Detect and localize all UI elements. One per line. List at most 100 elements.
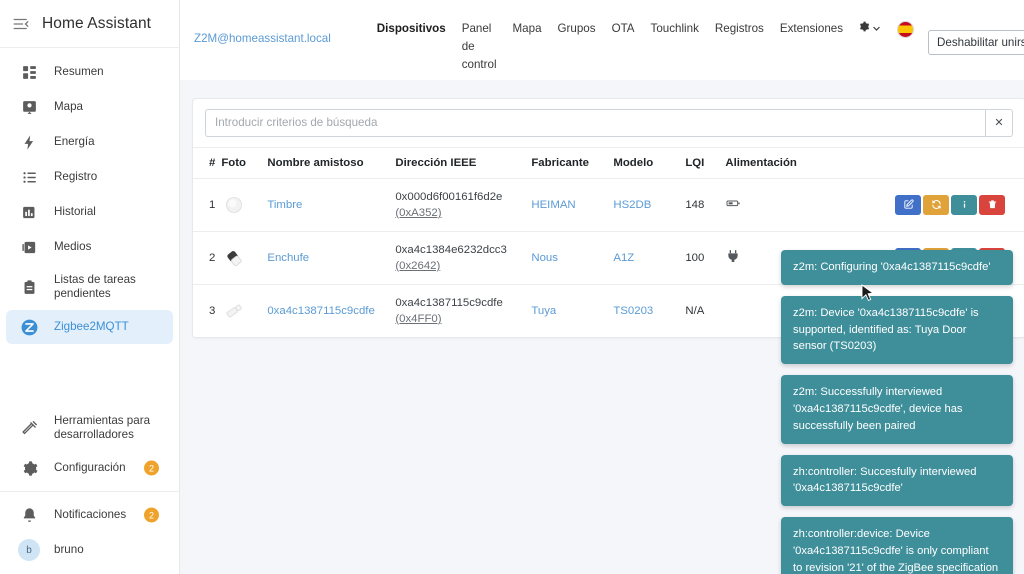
sidebar-item-label: Energía [54,134,95,148]
tab-extensiones[interactable]: Extensiones [780,20,843,38]
manufacturer-link[interactable]: HEIMAN [531,199,575,211]
device-link[interactable]: Enchufe [267,252,309,264]
sidebar-item-configuracion[interactable]: Configuración 2 [6,451,173,485]
avatar: b [18,539,40,561]
network-address[interactable]: (0xA352) [395,207,525,219]
sidebar-item-listas-tareas[interactable]: Listas de tareas pendientes [6,265,173,309]
col-model[interactable]: Modelo [613,146,686,179]
sidebar-item-label: Notificaciones [54,507,127,521]
sidebar-item-label: Mapa [54,99,84,113]
tab-registros[interactable]: Registros [715,20,764,38]
cell-model: HS2DB [613,178,686,232]
model-link[interactable]: A1Z [613,252,634,264]
app-title: Home Assistant [42,14,152,32]
col-actions [825,146,1024,179]
device-info-button[interactable] [951,194,977,215]
sidebar-item-zigbee2mqtt[interactable]: Zigbee2MQTT [6,310,173,344]
table-header-row: # Foto Nombre amistoso Dirección IEEE Fa… [193,146,1024,179]
col-friendly-name[interactable]: Nombre amistoso [267,146,396,179]
sidebar-item-herramientas-desarrolladores[interactable]: Herramientas para desarrolladores [6,406,173,450]
sidebar-item-resumen[interactable]: Resumen [6,55,173,89]
tab-touchlink[interactable]: Touchlink [651,20,699,38]
sidebar: Home Assistant Resumen Mapa Energía Regi… [0,0,180,574]
toast-notification[interactable]: z2m: Device '0xa4c1387115c9cdfe' is supp… [781,295,1013,365]
cell-friendly-name: 0xa4c1387115c9cdfe [267,284,395,337]
sidebar-item-user-profile[interactable]: b bruno [6,533,173,567]
col-lqi[interactable]: LQI [685,146,726,179]
map-icon [18,96,40,118]
toast-notification[interactable]: zh:controller: Succesfully interviewed '… [781,454,1013,507]
main-content: Z2M@homeassistant.local Dispositivos Pan… [180,0,1024,574]
clipboard-icon [18,276,40,298]
zigbee-icon [18,316,40,338]
col-ieee-address[interactable]: Dirección IEEE [395,146,532,179]
cell-photo [221,231,268,285]
model-link[interactable]: TS0203 [613,305,653,317]
sidebar-item-label: Resumen [54,64,104,78]
tab-panel-de-control[interactable]: Panel de control [462,20,497,74]
tab-mapa[interactable]: Mapa [513,20,542,38]
menu-collapse-icon[interactable] [10,13,32,35]
sidebar-item-label: Zigbee2MQTT [54,319,129,333]
manufacturer-link[interactable]: Nous [531,252,558,264]
bell-icon [18,504,40,526]
ieee-address: 0xa4c1384e6232dcc3 [395,243,507,256]
ieee-address: 0x000d6f00161f6d2e [395,190,503,203]
search-input[interactable] [205,108,985,137]
sidebar-item-label: Registro [54,169,98,183]
tab-grupos[interactable]: Grupos [558,20,596,38]
sidebar-item-registro[interactable]: Registro [6,160,173,194]
sidebar-header: Home Assistant [0,0,179,48]
sidebar-item-label: Herramientas para desarrolladores [54,413,151,441]
tab-dispositivos[interactable]: Dispositivos [377,20,446,38]
edit-device-button[interactable] [895,194,921,215]
z2m-topbar: Z2M@homeassistant.local Dispositivos Pan… [180,0,1024,80]
cell-photo [221,178,268,232]
cell-friendly-name: Timbre [267,178,396,232]
manufacturer-link[interactable]: Tuya [531,305,556,317]
rename-device-button[interactable] [923,194,949,215]
toast-notification[interactable]: z2m: Successfully interviewed '0xa4c1387… [781,375,1013,444]
tab-ota[interactable]: OTA [612,20,635,38]
toast-notification[interactable]: z2m: Configuring '0xa4c1387115c9cdfe' [781,250,1013,285]
sidebar-item-notificaciones[interactable]: Notificaciones 2 [6,498,173,532]
network-address[interactable]: (0x4FF0) [395,313,525,325]
cell-photo [221,284,267,337]
sidebar-item-medios[interactable]: Medios [6,230,173,264]
gear-icon [857,20,870,38]
col-manufacturer[interactable]: Fabricante [531,146,614,179]
status-badge: 2 [144,460,159,476]
cell-lqi: N/A [685,304,705,317]
col-index[interactable]: # [193,146,222,179]
media-icon [18,236,40,258]
device-link[interactable]: 0xa4c1387115c9cdfe [267,305,374,317]
hammer-icon [18,417,40,439]
chart-icon [18,201,40,223]
sidebar-item-mapa[interactable]: Mapa [6,90,173,124]
status-badge: 2 [144,507,159,523]
settings-menu-button[interactable] [857,20,881,38]
chevron-down-icon [872,20,881,38]
model-link[interactable]: HS2DB [613,199,651,211]
sidebar-item-historial[interactable]: Historial [6,195,173,229]
row-action-group [825,194,1019,215]
spain-flag-icon[interactable] [897,21,915,38]
network-address[interactable]: (0x2642) [395,260,525,272]
col-power[interactable]: Alimentación [725,146,826,179]
avatar-letter: b [18,539,40,561]
permit-join-value[interactable]: Deshabilitar unirse (Coordinator) 03:32 [928,30,1024,55]
cell-index: 1 [193,178,222,232]
cell-lqi: 100 [685,231,726,285]
toast-container: z2m: Configuring '0xa4c1387115c9cdfe' z2… [781,250,1013,574]
device-link[interactable]: Timbre [267,199,302,211]
door-sensor-photo [221,298,247,324]
sidebar-item-energia[interactable]: Energía [6,125,173,159]
table-row[interactable]: 1 Timbre 0x000d6f00161f6d2e (0xA352) HEI… [193,178,1024,232]
toast-notification[interactable]: zh:controller:device: Device '0xa4c13871… [781,517,1013,574]
gear-icon [18,457,40,479]
col-photo[interactable]: Foto [221,146,268,179]
delete-device-button[interactable] [979,194,1005,215]
clear-search-button[interactable]: ✕ [985,108,1013,137]
z2m-brand-link[interactable]: Z2M@homeassistant.local [194,32,331,45]
sidebar-item-label: Listas de tareas pendientes [54,272,136,300]
